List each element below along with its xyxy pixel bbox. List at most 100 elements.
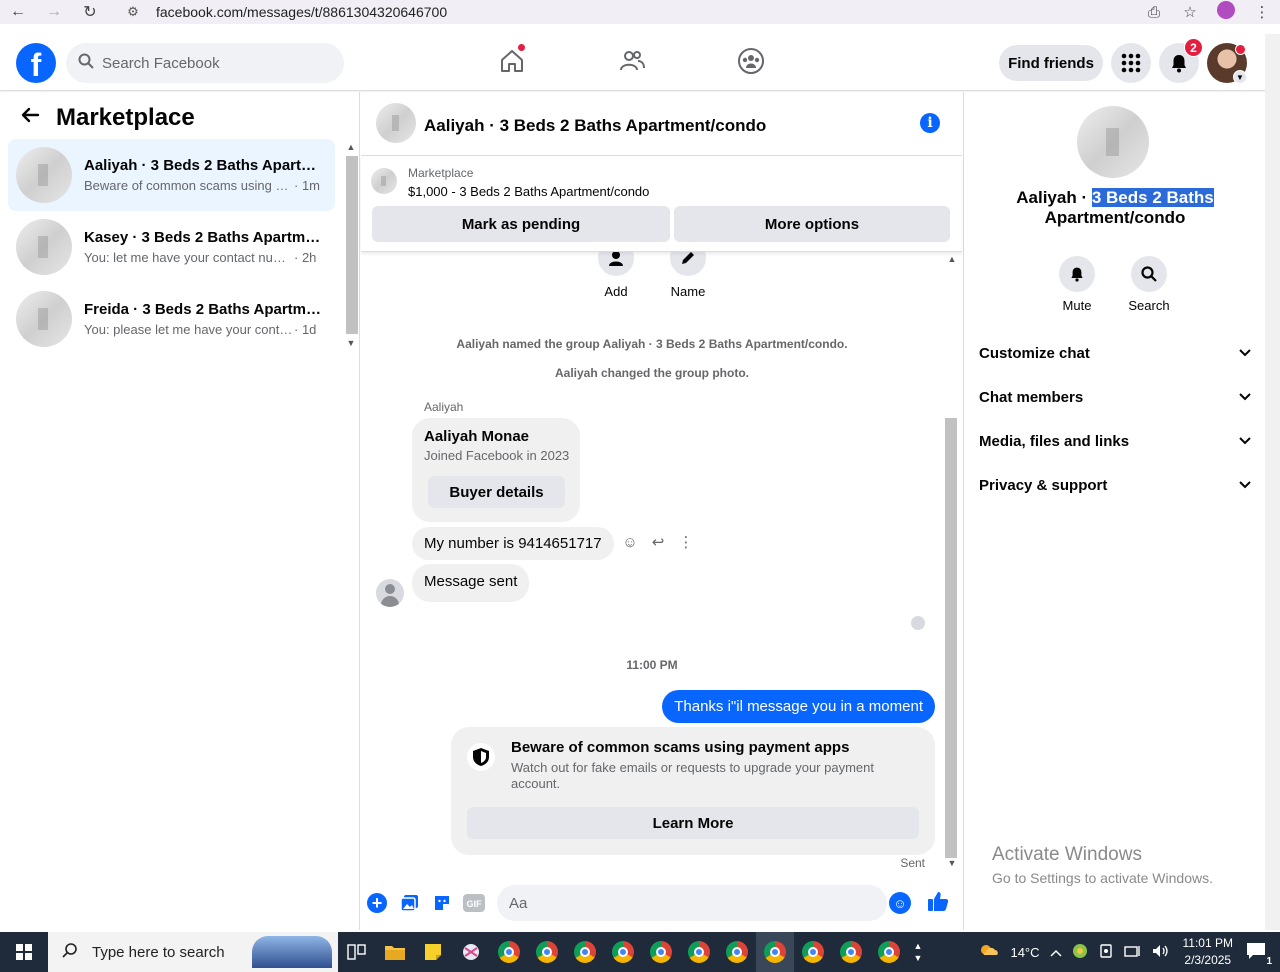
tray-device-icon[interactable] bbox=[1093, 943, 1119, 962]
search-input[interactable] bbox=[102, 54, 322, 72]
menu-kebab-icon[interactable]: ⋮ bbox=[1244, 3, 1280, 21]
conversation-title: Freida · 3 Beds 2 Baths Apartment/condo bbox=[84, 301, 324, 318]
facebook-search[interactable] bbox=[66, 43, 344, 83]
scrollbar-thumb[interactable] bbox=[945, 418, 957, 858]
chat-panel: Aaliyah · 3 Beds 2 Baths Apartment/condo… bbox=[361, 92, 962, 930]
message-composer: + GIF ☺ bbox=[361, 882, 962, 922]
snipping-tool-icon[interactable] bbox=[452, 932, 490, 972]
chrome-profile-icon[interactable] bbox=[832, 932, 870, 972]
back-arrow-icon[interactable] bbox=[20, 105, 46, 131]
search-conversation-action[interactable]: Search bbox=[1119, 256, 1179, 313]
menu-grid-icon[interactable] bbox=[1111, 43, 1151, 83]
chrome-profile-icon[interactable] bbox=[604, 932, 642, 972]
site-info-icon[interactable]: ⚙ bbox=[120, 4, 146, 20]
sender-avatar[interactable] bbox=[376, 579, 404, 607]
notification-center-icon[interactable]: 1 bbox=[1241, 942, 1280, 967]
buyer-details-button[interactable]: Buyer details bbox=[428, 476, 565, 508]
friends-icon[interactable] bbox=[617, 46, 647, 76]
listing-thumbnail bbox=[16, 147, 72, 203]
react-emoji-icon[interactable]: ☺ bbox=[621, 532, 639, 552]
find-friends-button[interactable]: Find friends bbox=[999, 45, 1103, 81]
add-member-action[interactable]: Add bbox=[586, 252, 646, 299]
address-bar[interactable]: ⚙ facebook.com/messages/t/88613043206467… bbox=[120, 0, 1130, 24]
show-hidden-icons-chevron-icon[interactable] bbox=[1045, 945, 1067, 960]
conversation-item[interactable]: Kasey · 3 Beds 2 Baths Apartment/condo Y… bbox=[8, 211, 335, 283]
customize-chat-section[interactable]: Customize chat bbox=[979, 331, 1251, 375]
message-input[interactable] bbox=[497, 885, 887, 921]
profile-icon[interactable] bbox=[1208, 1, 1244, 23]
chrome-profile-icon[interactable] bbox=[718, 932, 756, 972]
learn-more-button[interactable]: Learn More bbox=[467, 807, 919, 839]
chat-thumbnail[interactable] bbox=[376, 103, 416, 143]
conversation-scrollbar[interactable]: ▲ ▼ bbox=[344, 142, 358, 352]
chat-members-section[interactable]: Chat members bbox=[979, 375, 1251, 419]
thumbs-up-icon[interactable] bbox=[927, 890, 949, 918]
reply-icon[interactable]: ↩ bbox=[649, 532, 667, 552]
search-label: Search bbox=[1128, 298, 1170, 313]
taskbar-scroll-icon[interactable]: ▲ ▼ bbox=[908, 932, 928, 972]
scrollbar-thumb[interactable] bbox=[346, 156, 358, 334]
facebook-logo-icon[interactable]: f bbox=[16, 43, 56, 83]
task-view-icon[interactable] bbox=[338, 932, 376, 972]
url-text[interactable]: facebook.com/messages/t/8861304320646700 bbox=[156, 4, 447, 20]
privacy-support-section[interactable]: Privacy & support bbox=[979, 463, 1251, 507]
weather-icon[interactable] bbox=[973, 942, 1005, 963]
bookmark-star-icon[interactable]: ☆ bbox=[1172, 3, 1208, 21]
chrome-profile-icon[interactable] bbox=[680, 932, 718, 972]
sticker-icon[interactable] bbox=[431, 892, 453, 914]
chat-scrollbar[interactable]: ▲ ▼ bbox=[943, 252, 959, 872]
more-vertical-icon[interactable]: ⋮ bbox=[677, 532, 695, 552]
name-group-action[interactable]: Name bbox=[658, 252, 718, 299]
install-app-icon[interactable]: ⎙ bbox=[1136, 4, 1172, 21]
home-icon[interactable] bbox=[497, 43, 527, 76]
more-options-button[interactable]: More options bbox=[674, 206, 950, 242]
incoming-message[interactable]: Message sent bbox=[412, 564, 530, 602]
scroll-down-icon[interactable]: ▼ bbox=[945, 858, 959, 868]
windows-start-icon[interactable] bbox=[0, 932, 48, 972]
back-icon[interactable]: ← bbox=[0, 0, 36, 24]
weather-temp[interactable]: 14°C bbox=[1005, 945, 1044, 960]
scam-warning-card: Beware of common scams using payment app… bbox=[451, 727, 935, 855]
chrome-profile-icon-active[interactable] bbox=[756, 932, 794, 972]
windows-taskbar: Type here to search ▲ ▼ 14°C 11:01 PM 2/… bbox=[0, 932, 1280, 972]
home-notification-dot bbox=[517, 43, 526, 52]
chat-photo[interactable] bbox=[1077, 106, 1149, 178]
scroll-down-icon[interactable]: ▼ bbox=[344, 338, 358, 348]
chat-title[interactable]: Aaliyah · 3 Beds 2 Baths Apartment/condo bbox=[424, 116, 766, 136]
chrome-profile-icon[interactable] bbox=[870, 932, 908, 972]
conversation-item[interactable]: Aaliyah · 3 Beds 2 Baths Apartment/condo… bbox=[8, 139, 335, 211]
chrome-profile-icon[interactable] bbox=[566, 932, 604, 972]
photo-icon[interactable] bbox=[399, 892, 421, 914]
chrome-profile-icon[interactable] bbox=[642, 932, 680, 972]
reload-icon[interactable]: ↻ bbox=[72, 0, 108, 24]
chevron-down-icon[interactable]: ▼ bbox=[1233, 70, 1247, 84]
network-icon[interactable] bbox=[1119, 944, 1147, 961]
incoming-message[interactable]: My number is 9414651717 bbox=[412, 527, 614, 560]
mute-action[interactable]: Mute bbox=[1047, 256, 1107, 313]
groups-icon[interactable] bbox=[736, 46, 766, 76]
taskbar-clock[interactable]: 11:01 PM 2/3/2025 bbox=[1175, 935, 1241, 969]
media-files-links-section[interactable]: Media, files and links bbox=[979, 419, 1251, 463]
forward-icon[interactable]: → bbox=[36, 0, 72, 24]
plus-icon[interactable]: + bbox=[367, 893, 387, 913]
volume-icon[interactable] bbox=[1147, 944, 1175, 961]
mark-pending-button[interactable]: Mark as pending bbox=[372, 206, 670, 242]
scroll-up-icon[interactable]: ▲ bbox=[945, 254, 959, 264]
chrome-profile-icon[interactable] bbox=[794, 932, 832, 972]
gif-icon[interactable]: GIF bbox=[463, 892, 485, 914]
emoji-icon[interactable]: ☺ bbox=[889, 892, 911, 914]
conversation-item[interactable]: Freida · 3 Beds 2 Baths Apartment/condo … bbox=[8, 283, 335, 355]
chevron-down-icon bbox=[1239, 346, 1251, 360]
chrome-profile-icon[interactable] bbox=[490, 932, 528, 972]
outgoing-message[interactable]: Thanks i"il message you in a moment bbox=[662, 690, 935, 723]
chrome-profile-icon[interactable] bbox=[528, 932, 566, 972]
tray-app-icon[interactable] bbox=[1067, 943, 1093, 962]
info-icon[interactable]: i bbox=[920, 113, 940, 133]
sticky-notes-icon[interactable] bbox=[414, 932, 452, 972]
scroll-up-icon[interactable]: ▲ bbox=[344, 142, 358, 152]
listing-thumbnail[interactable] bbox=[371, 168, 397, 194]
listing-name[interactable]: $1,000 - 3 Beds 2 Baths Apartment/condo bbox=[408, 184, 649, 199]
file-explorer-icon[interactable] bbox=[376, 932, 414, 972]
page-scrollbar[interactable] bbox=[1265, 34, 1280, 930]
taskbar-search[interactable]: Type here to search bbox=[48, 932, 338, 972]
